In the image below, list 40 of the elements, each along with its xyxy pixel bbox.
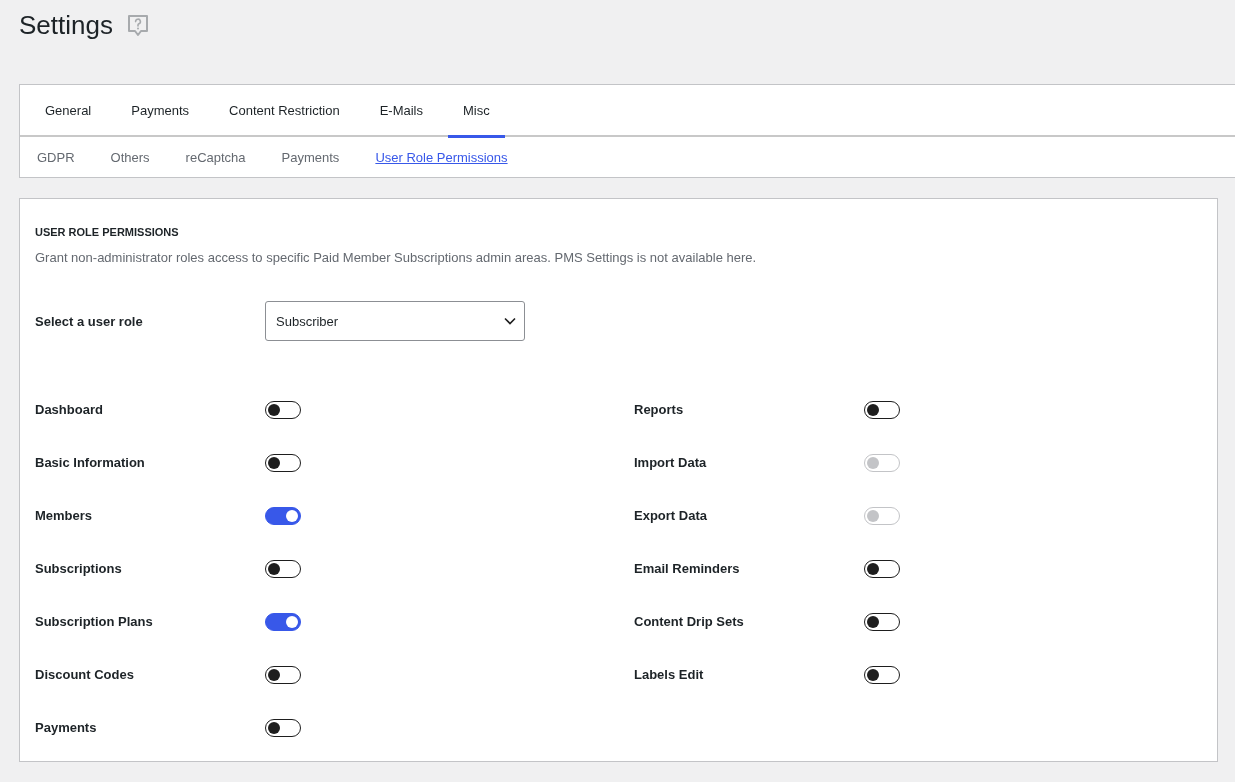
permission-label: Basic Information — [35, 455, 146, 470]
permission-label: Discount Codes — [35, 667, 135, 682]
section-description: Grant non-administrator roles access to specific Paid Member Subscriptions admin areas. PMS Settings is not available here. — [35, 249, 758, 267]
toggle-switch[interactable] — [265, 506, 301, 525]
toggle-switch[interactable] — [864, 665, 900, 684]
toggle-switch[interactable] — [864, 400, 900, 419]
subtab-link[interactable]: reCaptcha — [185, 149, 246, 165]
toggle-switch[interactable] — [265, 559, 301, 578]
settings-tab[interactable]: Misc — [447, 85, 505, 138]
toggle-switch[interactable] — [265, 665, 301, 684]
permission-label: Import Data — [634, 455, 708, 470]
subtab-link[interactable]: User Role Permissions — [375, 149, 508, 165]
toggle-switch[interactable] — [265, 612, 301, 631]
subtab-link[interactable]: GDPR — [37, 149, 75, 165]
permission-label: Members — [35, 508, 94, 523]
settings-tab[interactable]: E-Mails — [364, 85, 438, 138]
field-label: Select a user role — [35, 313, 144, 329]
toggle-switch[interactable] — [265, 400, 301, 419]
toggle-switch[interactable] — [864, 612, 900, 631]
section-heading: USER ROLE PERMISSIONS — [35, 225, 180, 239]
permission-label: Reports — [634, 402, 685, 417]
settings-tab[interactable]: Content Restriction — [214, 85, 355, 138]
permission-label: Content Drip Sets — [634, 614, 745, 629]
toggle-switch[interactable] — [864, 559, 900, 578]
settings-tab[interactable]: Payments — [116, 85, 205, 138]
page-title: Settings — [19, 9, 113, 42]
subtab-link[interactable]: Others — [110, 149, 150, 165]
toggle-switch[interactable] — [265, 718, 301, 737]
chevron-down-icon — [504, 317, 516, 325]
permission-label: Labels Edit — [634, 667, 705, 682]
subtab-link[interactable]: Payments — [281, 149, 340, 165]
role-dropdown[interactable]: Subscriber — [265, 301, 525, 341]
permission-label: Payments — [35, 720, 98, 735]
permission-label: Export Data — [634, 508, 708, 523]
permission-label: Subscriptions — [35, 561, 123, 576]
permission-label: Dashboard — [35, 402, 104, 417]
permission-label: Subscription Plans — [35, 614, 154, 629]
toggle-switch[interactable] — [265, 453, 301, 472]
settings-tab[interactable]: General — [30, 85, 107, 138]
permission-label: Email Reminders — [634, 561, 741, 576]
